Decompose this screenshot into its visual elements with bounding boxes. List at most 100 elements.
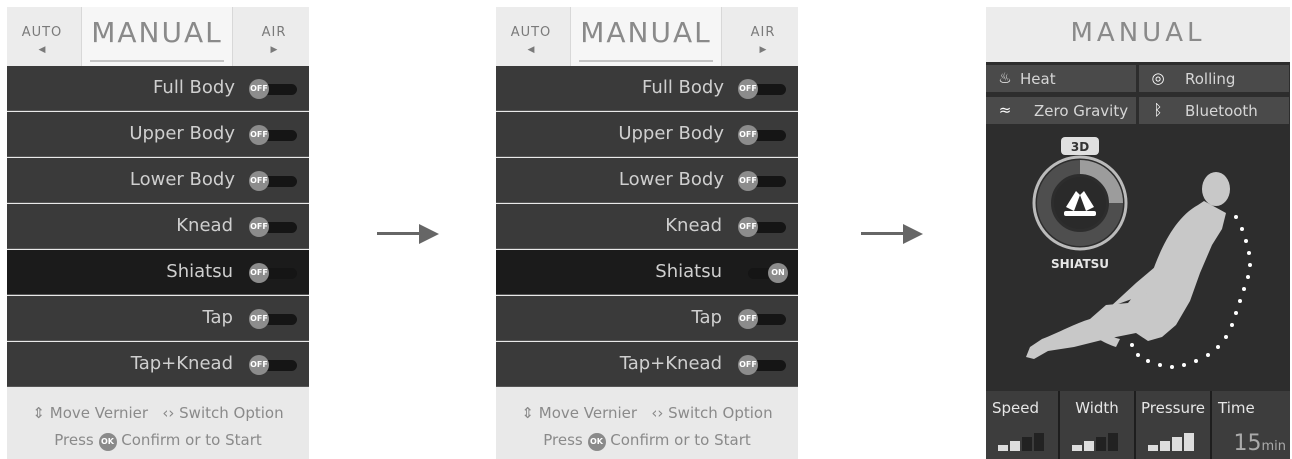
hint-press: Press bbox=[54, 431, 94, 449]
toggle-knob: OFF bbox=[738, 355, 758, 375]
width-indicator[interactable]: Width bbox=[1060, 391, 1136, 459]
speed-level-icon bbox=[998, 433, 1044, 451]
zero-gravity-icon: ≈ bbox=[998, 101, 1012, 119]
toggle-switch[interactable]: OFF bbox=[738, 355, 788, 375]
list-item-selected[interactable]: Shiatsu ON bbox=[496, 250, 798, 295]
hint-footer: ⇕ Move Vernier ‹› Switch Option Press OK… bbox=[7, 395, 309, 459]
mode-label: SHIATSU bbox=[1051, 257, 1109, 271]
time-value: 15min bbox=[1233, 431, 1286, 456]
toggle-knob: OFF bbox=[738, 171, 758, 191]
massage-status-panel: MANUAL ♨ Heat ◎ Rolling ≈ Zero Gravity ᛒ… bbox=[986, 7, 1290, 459]
ok-button-icon: OK bbox=[98, 433, 117, 451]
feature-rolling-label: Rolling bbox=[1185, 70, 1236, 88]
mode-ring-center bbox=[1054, 177, 1106, 229]
list-item[interactable]: Lower Body OFF bbox=[496, 158, 798, 203]
toggle-knob: ON bbox=[768, 263, 788, 283]
bluetooth-icon: ᛒ bbox=[1153, 101, 1163, 119]
vertical-arrows-icon: ⇕ bbox=[521, 404, 534, 422]
tab-underline bbox=[579, 60, 713, 62]
time-indicator[interactable]: Time 15min bbox=[1212, 391, 1290, 459]
list-item-label: Tap+Knead bbox=[130, 353, 233, 374]
tab-auto[interactable]: AUTO ◀ bbox=[496, 7, 566, 66]
pressure-label: Pressure bbox=[1140, 399, 1206, 417]
list-item[interactable]: Knead OFF bbox=[496, 204, 798, 249]
toggle-switch[interactable]: OFF bbox=[249, 171, 299, 191]
list-item-label: Shiatsu bbox=[166, 261, 233, 282]
mode-tabs: AUTO ◀ MANUAL AIR ▶ bbox=[496, 7, 798, 66]
massage-diagram: 3D SHIATSU bbox=[1026, 137, 1252, 369]
flame-icon: ♨ bbox=[998, 69, 1012, 87]
toggle-switch[interactable]: OFF bbox=[738, 125, 788, 145]
feature-zero-gravity: ≈ Zero Gravity bbox=[986, 97, 1136, 124]
toggle-switch[interactable]: OFF bbox=[738, 217, 788, 237]
list-item[interactable]: Tap+Knead OFF bbox=[496, 342, 798, 387]
list-item-label: Lower Body bbox=[129, 169, 235, 190]
list-item[interactable]: Lower Body OFF bbox=[7, 158, 309, 203]
list-item-label: Tap+Knead bbox=[619, 353, 722, 374]
tab-manual[interactable]: MANUAL bbox=[570, 7, 722, 66]
hint-press: Press bbox=[543, 431, 583, 449]
feature-heat: ♨ Heat bbox=[986, 65, 1136, 92]
list-item-label: Knead bbox=[176, 215, 233, 236]
arrow-right-icon: ▶ bbox=[270, 45, 278, 55]
toggle-switch[interactable]: OFF bbox=[249, 217, 299, 237]
arrow-left-icon: ◀ bbox=[38, 45, 46, 55]
arrow-left-icon: ◀ bbox=[527, 45, 535, 55]
list-item-label: Knead bbox=[665, 215, 722, 236]
list-item[interactable]: Full Body OFF bbox=[496, 66, 798, 111]
toggle-switch[interactable]: OFF bbox=[249, 355, 299, 375]
tab-air[interactable]: AIR ▶ bbox=[239, 7, 309, 66]
tab-auto[interactable]: AUTO ◀ bbox=[7, 7, 77, 66]
toggle-switch[interactable]: OFF bbox=[738, 79, 788, 99]
toggle-knob: OFF bbox=[249, 355, 269, 375]
toggle-knob: OFF bbox=[249, 171, 269, 191]
list-item[interactable]: Upper Body OFF bbox=[7, 112, 309, 157]
arrow-right-icon: ▶ bbox=[759, 45, 767, 55]
toggle-switch[interactable]: OFF bbox=[249, 79, 299, 99]
list-item[interactable]: Upper Body OFF bbox=[496, 112, 798, 157]
manual-menu-panel-2: AUTO ◀ MANUAL AIR ▶ Full Body OFF Upper … bbox=[496, 7, 798, 459]
body-figure-area: 3D SHIATSU bbox=[986, 133, 1290, 395]
status-title: MANUAL bbox=[1070, 18, 1206, 48]
toggle-knob: OFF bbox=[738, 309, 758, 329]
list-item-label: Lower Body bbox=[618, 169, 724, 190]
speed-indicator[interactable]: Speed bbox=[986, 391, 1060, 459]
toggle-switch[interactable]: OFF bbox=[249, 309, 299, 329]
list-item[interactable]: Tap OFF bbox=[7, 296, 309, 341]
flow-arrow-icon bbox=[377, 224, 439, 244]
toggle-switch[interactable]: ON bbox=[738, 263, 788, 283]
toggle-switch[interactable]: OFF bbox=[738, 171, 788, 191]
time-number: 15 bbox=[1233, 431, 1262, 456]
hint-confirm: Confirm or to Start bbox=[121, 431, 262, 449]
list-item-label: Tap bbox=[691, 307, 722, 328]
list-item-selected[interactable]: Shiatsu OFF bbox=[7, 250, 309, 295]
tab-air-label: AIR bbox=[750, 25, 776, 40]
tab-air[interactable]: AIR ▶ bbox=[728, 7, 798, 66]
hint-switch-option: Switch Option bbox=[179, 404, 284, 422]
tab-manual-label: MANUAL bbox=[580, 16, 712, 49]
toggle-knob: OFF bbox=[249, 125, 269, 145]
list-item[interactable]: Tap OFF bbox=[496, 296, 798, 341]
toggle-switch[interactable]: OFF bbox=[249, 125, 299, 145]
horizontal-arrows-icon: ‹› bbox=[651, 404, 664, 422]
ok-button-icon: OK bbox=[587, 433, 606, 451]
list-item-label: Shiatsu bbox=[655, 261, 722, 282]
list-item[interactable]: Tap+Knead OFF bbox=[7, 342, 309, 387]
toggle-knob: OFF bbox=[738, 79, 758, 99]
toggle-knob: OFF bbox=[249, 309, 269, 329]
list-item[interactable]: Knead OFF bbox=[7, 204, 309, 249]
time-unit: min bbox=[1261, 439, 1286, 454]
pressure-level-icon bbox=[1148, 433, 1194, 451]
tab-manual-label: MANUAL bbox=[91, 16, 223, 49]
toggle-knob: OFF bbox=[249, 79, 269, 99]
mode-tabs: AUTO ◀ MANUAL AIR ▶ bbox=[7, 7, 309, 66]
flow-arrow-icon bbox=[861, 224, 923, 244]
pressure-indicator[interactable]: Pressure bbox=[1136, 391, 1212, 459]
hint-confirm: Confirm or to Start bbox=[610, 431, 751, 449]
list-item[interactable]: Full Body OFF bbox=[7, 66, 309, 111]
toggle-switch[interactable]: OFF bbox=[738, 309, 788, 329]
tab-manual[interactable]: MANUAL bbox=[81, 7, 233, 66]
toggle-switch[interactable]: OFF bbox=[249, 263, 299, 283]
width-level-icon bbox=[1072, 433, 1118, 451]
toggle-knob: OFF bbox=[249, 263, 269, 283]
